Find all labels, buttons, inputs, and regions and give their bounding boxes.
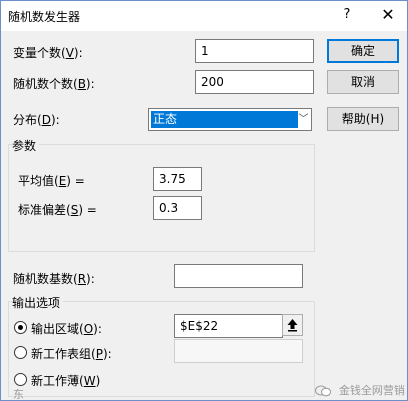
- title-bar: 随机数发生器 ? ✕: [1, 1, 407, 31]
- range-select-button[interactable]: [282, 314, 303, 336]
- new-sheet-label: 新工作表组(P):: [31, 347, 112, 361]
- var-count-input[interactable]: 1: [195, 39, 314, 63]
- output-range-label: 输出区域(O):: [31, 322, 102, 336]
- distribution-selected-value: 正态: [151, 111, 298, 128]
- var-count-label: 变量个数(V):: [13, 46, 83, 60]
- new-book-label: 新工作薄(W): [31, 374, 101, 388]
- output-range-radio[interactable]: [14, 321, 27, 334]
- close-icon[interactable]: ✕: [374, 3, 402, 27]
- dialog-title: 随机数发生器: [8, 10, 81, 24]
- watermark-right: 金钱全网营销: [315, 382, 405, 398]
- mean-input[interactable]: 3.75: [153, 167, 202, 191]
- params-group-title: 参数: [12, 137, 40, 154]
- output-range-input[interactable]: $E$22: [174, 314, 283, 338]
- new-sheet-radio[interactable]: [14, 346, 27, 359]
- ok-button[interactable]: 确定: [327, 39, 399, 63]
- rand-count-input[interactable]: 200: [195, 70, 314, 94]
- watermark-left: 东: [13, 388, 24, 401]
- stdev-input[interactable]: 0.3: [153, 196, 202, 220]
- radio-selected-dot: [18, 325, 23, 330]
- seed-label: 随机数基数(R):: [13, 272, 95, 286]
- new-sheet-input[interactable]: [174, 339, 303, 363]
- rand-count-label: 随机数个数(B):: [13, 77, 95, 91]
- stdev-label: 标准偏差(S) =: [18, 203, 97, 217]
- help-button[interactable]: 帮助(H): [327, 107, 399, 131]
- seed-input[interactable]: [174, 264, 303, 288]
- distribution-select[interactable]: 正态 ﹀: [148, 108, 312, 131]
- collapse-arrow-icon: [287, 319, 298, 332]
- watermark-right-text: 金钱全网营销: [338, 384, 405, 397]
- new-book-radio[interactable]: [14, 373, 27, 386]
- cancel-button[interactable]: 取消: [327, 70, 399, 94]
- output-group-title: 输出选项: [12, 294, 64, 311]
- mean-label: 平均值(E) =: [18, 174, 85, 188]
- help-icon[interactable]: ?: [337, 5, 357, 25]
- wechat-icon: [315, 385, 331, 396]
- random-number-generator-dialog: 随机数发生器 ? ✕ 变量个数(V): 1 随机数个数(B): 200 分布(D…: [0, 0, 408, 401]
- distribution-label: 分布(D):: [13, 113, 60, 127]
- chevron-down-icon[interactable]: ﹀: [297, 110, 310, 129]
